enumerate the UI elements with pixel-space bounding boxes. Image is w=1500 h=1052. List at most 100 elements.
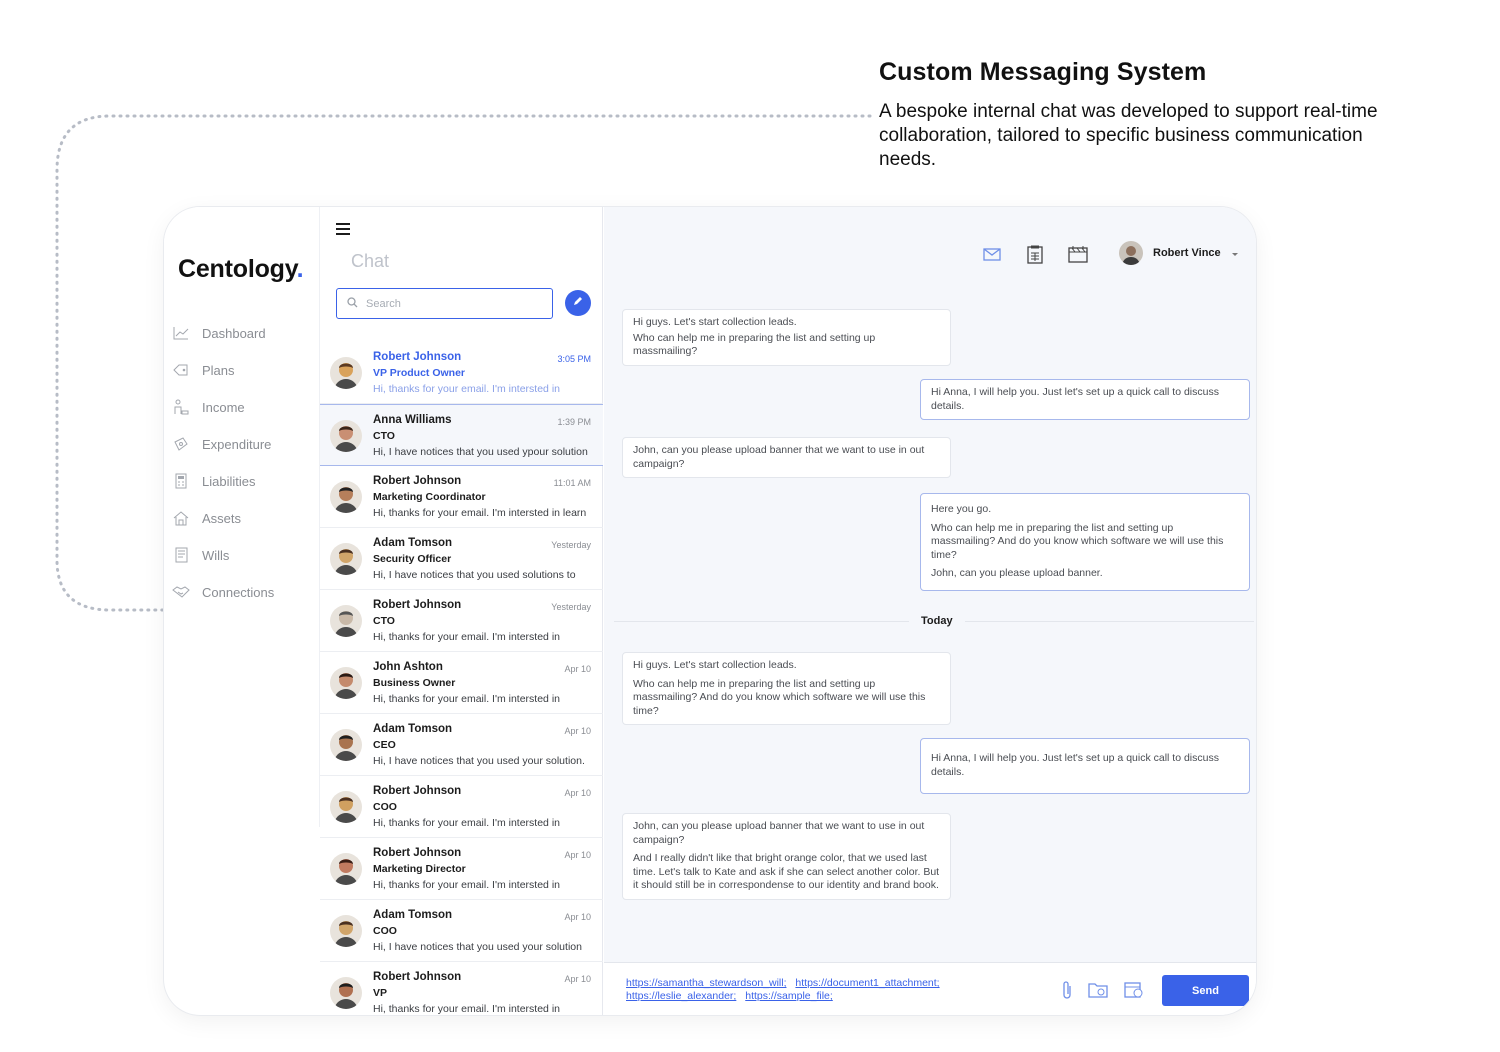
schedule-icon[interactable]	[1123, 979, 1145, 1001]
clipboard-icon[interactable]	[1024, 243, 1046, 265]
nav-item-dashboard[interactable]: Dashboard	[172, 325, 266, 341]
nav-item-income[interactable]: Income	[172, 399, 245, 415]
message-time: Apr 10	[564, 912, 591, 922]
nav-label: Connections	[202, 584, 275, 600]
message-text: And I really didn't like that bright ora…	[633, 852, 940, 891]
calculator-icon	[172, 473, 190, 489]
user-menu[interactable]: Robert Vince	[1119, 241, 1239, 265]
sidebar-nav: Centology. Dashboard Plans Income Expend…	[164, 207, 320, 827]
chart-icon	[172, 325, 190, 341]
avatar	[330, 853, 362, 885]
avatar	[330, 667, 362, 699]
search-input[interactable]	[366, 297, 536, 310]
headline-description: A bespoke internal chat was developed to…	[879, 101, 1378, 170]
contact-name: Robert Johnson	[373, 599, 462, 611]
contact-role: Marketing Director	[373, 863, 466, 875]
calendar-icon[interactable]	[1067, 243, 1089, 265]
menu-icon[interactable]	[336, 223, 350, 238]
message-time: Apr 10	[564, 974, 591, 984]
message-composer: https://samantha_stewardson_will; https:…	[604, 962, 1256, 1015]
message-preview: Hi, thanks for your email. I'm intersted…	[373, 383, 560, 395]
headline-title: Custom Messaging System	[879, 58, 1207, 86]
contact-name: Robert Johnson	[373, 475, 462, 487]
compose-button[interactable]	[565, 290, 591, 316]
paperclip-icon[interactable]	[1056, 979, 1078, 1001]
conversation-item[interactable]: Robert Johnson CTO Hi, thanks for your ema…	[320, 590, 603, 652]
house-icon	[172, 510, 190, 526]
headline: Custom Messaging System A bespoke intern…	[879, 58, 1379, 172]
contact-name: Robert Johnson	[373, 847, 462, 859]
message-preview: Hi, thanks for your email. I'm intersted…	[373, 817, 560, 829]
conversation-item[interactable]: John Ashton Business Owner Hi, thanks for …	[320, 652, 603, 714]
nav-item-assets[interactable]: Assets	[172, 510, 241, 526]
send-button[interactable]: Send	[1162, 975, 1249, 1006]
avatar	[1119, 241, 1143, 265]
message-incoming: Hi guys. Let's start collection leads. W…	[622, 309, 951, 366]
conversation-item[interactable]: Adam Tomson CEO Hi, I have notices that yo…	[320, 714, 603, 776]
contact-role: COO	[373, 925, 397, 937]
app-logo[interactable]: Centology.	[178, 255, 304, 284]
attachment-link[interactable]: https://samantha_stewardson_will;	[626, 977, 787, 989]
income-icon	[172, 399, 190, 415]
contact-name: Anna Williams	[373, 414, 452, 426]
avatar	[330, 481, 362, 513]
nav-item-connections[interactable]: Connections	[172, 584, 274, 600]
message-text: Hi Anna, I will help you. Just let's set…	[931, 386, 1219, 412]
avatar	[330, 420, 362, 452]
conversation-item[interactable]: Robert Johnson VP Hi, thanks for your emai…	[320, 962, 603, 1015]
mail-icon[interactable]	[981, 243, 1003, 265]
user-name: Robert Vince	[1153, 247, 1221, 259]
chevron-down-icon	[1231, 244, 1239, 262]
avatar	[330, 543, 362, 575]
message-text: Who can help me in preparing the list an…	[633, 331, 876, 358]
message-time: 11:01 AM	[553, 478, 591, 488]
message-preview: Hi, thanks for your email. I'm intersted…	[373, 507, 587, 519]
chat-main-panel: Robert Vince Hi guys. Let's start collec…	[604, 207, 1256, 1015]
conversation-item[interactable]: Adam Tomson Security Officer Hi, I have no…	[320, 528, 603, 590]
contact-name: Robert Johnson	[373, 351, 462, 363]
avatar	[330, 605, 362, 637]
nav-label: Wills	[202, 547, 230, 563]
attachment-link[interactable]: https://document1_attachment;	[795, 977, 939, 989]
message-preview: Hi, thanks for your email. I'm intersted…	[373, 631, 560, 643]
message-text: Hi Anna, I will help you. Just let's set…	[931, 752, 1219, 778]
nav-label: Plans	[202, 362, 235, 378]
message-text: Hi guys. Let's start collection leads.	[633, 659, 797, 671]
contact-role: VP Product Owner	[373, 367, 465, 379]
nav-label: Liabilities	[202, 473, 256, 489]
contact-name: Adam Tomson	[373, 537, 453, 549]
contact-role: CEO	[373, 739, 396, 751]
conversation-item[interactable]: Robert Johnson Marketing Director Hi, than…	[320, 838, 603, 900]
attachment-link[interactable]: https://leslie_alexander;	[626, 990, 736, 1002]
avatar	[330, 729, 362, 761]
nav-item-expenditure[interactable]: Expenditure	[172, 436, 271, 452]
contact-role: Business Owner	[373, 677, 456, 689]
message-time: Apr 10	[564, 726, 591, 736]
message-incoming: John, can you please upload banner that …	[622, 437, 951, 478]
nav-item-wills[interactable]: Wills	[172, 547, 229, 563]
nav-label: Assets	[202, 510, 242, 526]
attachment-link[interactable]: https://sample_file;	[745, 990, 833, 1002]
message-preview: Hi, thanks for your email. I'm intersted…	[373, 693, 560, 705]
contact-role: COO	[373, 801, 397, 813]
folder-icon[interactable]	[1087, 979, 1109, 1001]
conversation-item[interactable]: Anna Williams CTO Hi, I have notices that …	[320, 404, 603, 466]
document-icon	[172, 547, 190, 563]
message-time: Apr 10	[564, 664, 591, 674]
message-preview: Hi, thanks for your email. I'm intersted…	[373, 1003, 560, 1015]
message-time: 3:05 PM	[557, 354, 591, 364]
conversation-item[interactable]: Robert Johnson COO Hi, thanks for your ema…	[320, 776, 603, 838]
contact-name: Adam Tomson	[373, 909, 453, 921]
contact-role: VP	[373, 987, 388, 999]
message-outgoing: Here you go. Who can help me in preparin…	[920, 493, 1250, 591]
attachment-links: https://samantha_stewardson_will; https:…	[626, 977, 1046, 1003]
message-time: Apr 10	[564, 850, 591, 860]
nav-item-plans[interactable]: Plans	[172, 362, 235, 378]
search-box[interactable]	[336, 288, 553, 319]
nav-label: Income	[202, 399, 245, 415]
nav-item-liabilities[interactable]: Liabilities	[172, 473, 255, 489]
conversation-item[interactable]: Robert Johnson VP Product Owner Hi, thanks…	[320, 342, 603, 404]
conversation-item[interactable]: Adam Tomson COO Hi, I have notices that yo…	[320, 900, 603, 962]
avatar	[330, 915, 362, 947]
conversation-item[interactable]: Robert Johnson Marketing Coordinator Hi, t…	[320, 466, 603, 528]
